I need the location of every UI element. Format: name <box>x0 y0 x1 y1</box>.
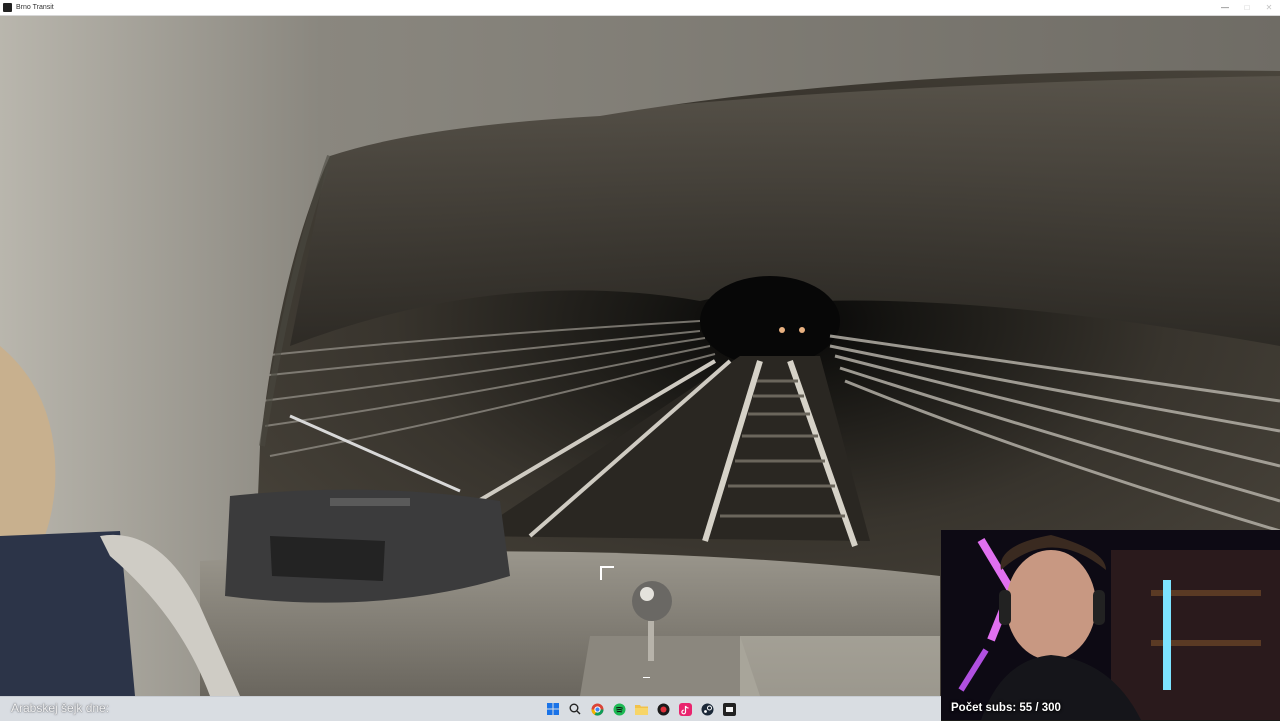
minimize-button[interactable]: — <box>1214 0 1236 15</box>
close-button[interactable]: ✕ <box>1258 0 1280 15</box>
game-icon[interactable] <box>721 701 737 717</box>
taskbar: Arabskej šejk dne: <box>0 696 941 721</box>
crosshair-icon <box>600 566 650 678</box>
webcam-feed <box>941 530 1280 720</box>
distant-train-light <box>799 327 805 333</box>
tiktok-icon[interactable] <box>677 701 693 717</box>
window-title-bar[interactable]: Brno Transit — □ ✕ <box>0 0 1280 16</box>
file-explorer-icon[interactable] <box>633 701 649 717</box>
windows-start-icon[interactable] <box>545 701 561 717</box>
window-title: Brno Transit <box>16 4 54 11</box>
search-icon[interactable] <box>567 701 583 717</box>
app-icon[interactable] <box>655 701 671 717</box>
webcam-overlay: Počet subs: 55 / 300 <box>941 530 1280 720</box>
steam-icon[interactable] <box>699 701 715 717</box>
chrome-icon[interactable] <box>589 701 605 717</box>
ticker-text: Arabskej šejk dne: <box>11 701 110 715</box>
spotify-icon[interactable] <box>611 701 627 717</box>
app-icon <box>3 3 12 12</box>
maximize-button[interactable]: □ <box>1236 0 1258 15</box>
subscriber-counter: Počet subs: 55 / 300 <box>951 702 1061 714</box>
distant-train-light <box>779 327 785 333</box>
